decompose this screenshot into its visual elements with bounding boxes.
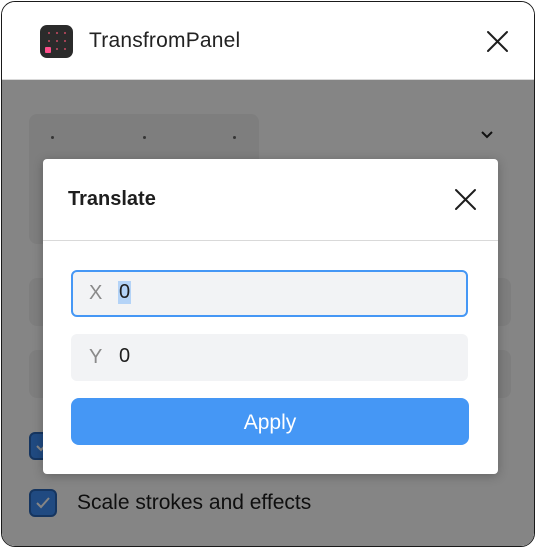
window-title: TransfromPanel <box>89 29 241 52</box>
dialog-title: Translate <box>68 188 156 210</box>
y-axis-label: Y <box>89 346 103 368</box>
close-icon[interactable] <box>486 30 509 53</box>
x-input[interactable]: X 0 <box>71 270 468 317</box>
app-grid-icon <box>40 25 73 58</box>
close-icon[interactable] <box>454 188 477 211</box>
translate-dialog: Translate X 0 Y 0 Apply <box>43 159 498 474</box>
app-window: TransfromPanel Scale strokes and effects… <box>1 1 535 547</box>
y-value[interactable]: 0 <box>118 345 131 368</box>
dialog-header: Translate <box>43 159 498 241</box>
apply-button[interactable]: Apply <box>71 398 469 445</box>
title-bar: TransfromPanel <box>2 2 534 80</box>
y-input[interactable]: Y 0 <box>71 334 468 381</box>
x-value[interactable]: 0 <box>118 281 132 304</box>
x-axis-label: X <box>89 282 103 304</box>
